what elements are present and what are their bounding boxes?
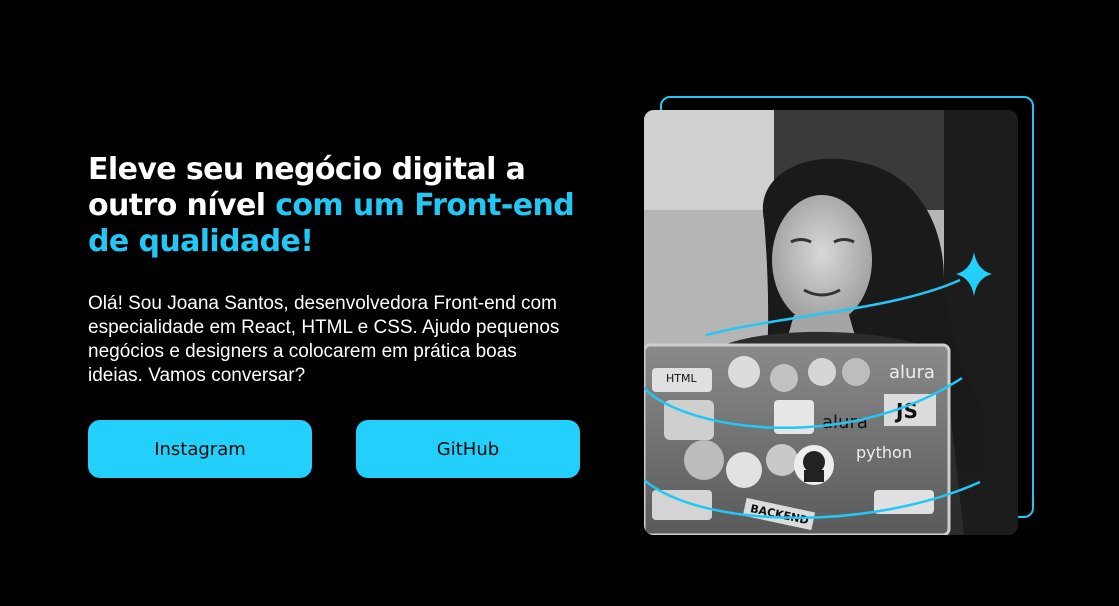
sticker-alura-1: alura — [889, 362, 935, 383]
github-octocat-sticker — [794, 445, 834, 485]
hero-text: Eleve seu negócio digital a outro nível … — [88, 152, 588, 478]
instagram-button[interactable]: Instagram — [88, 420, 312, 478]
profile-photo: alura alura JS python BACKEND HTML — [644, 110, 1018, 535]
intro-paragraph: Olá! Sou Joana Santos, desenvolvedora Fr… — [88, 293, 560, 386]
sticker-html: HTML — [666, 372, 697, 385]
github-button[interactable]: GitHub — [356, 420, 580, 478]
sticker-python: python — [856, 443, 912, 462]
headline: Eleve seu negócio digital a outro nível … — [88, 152, 588, 260]
